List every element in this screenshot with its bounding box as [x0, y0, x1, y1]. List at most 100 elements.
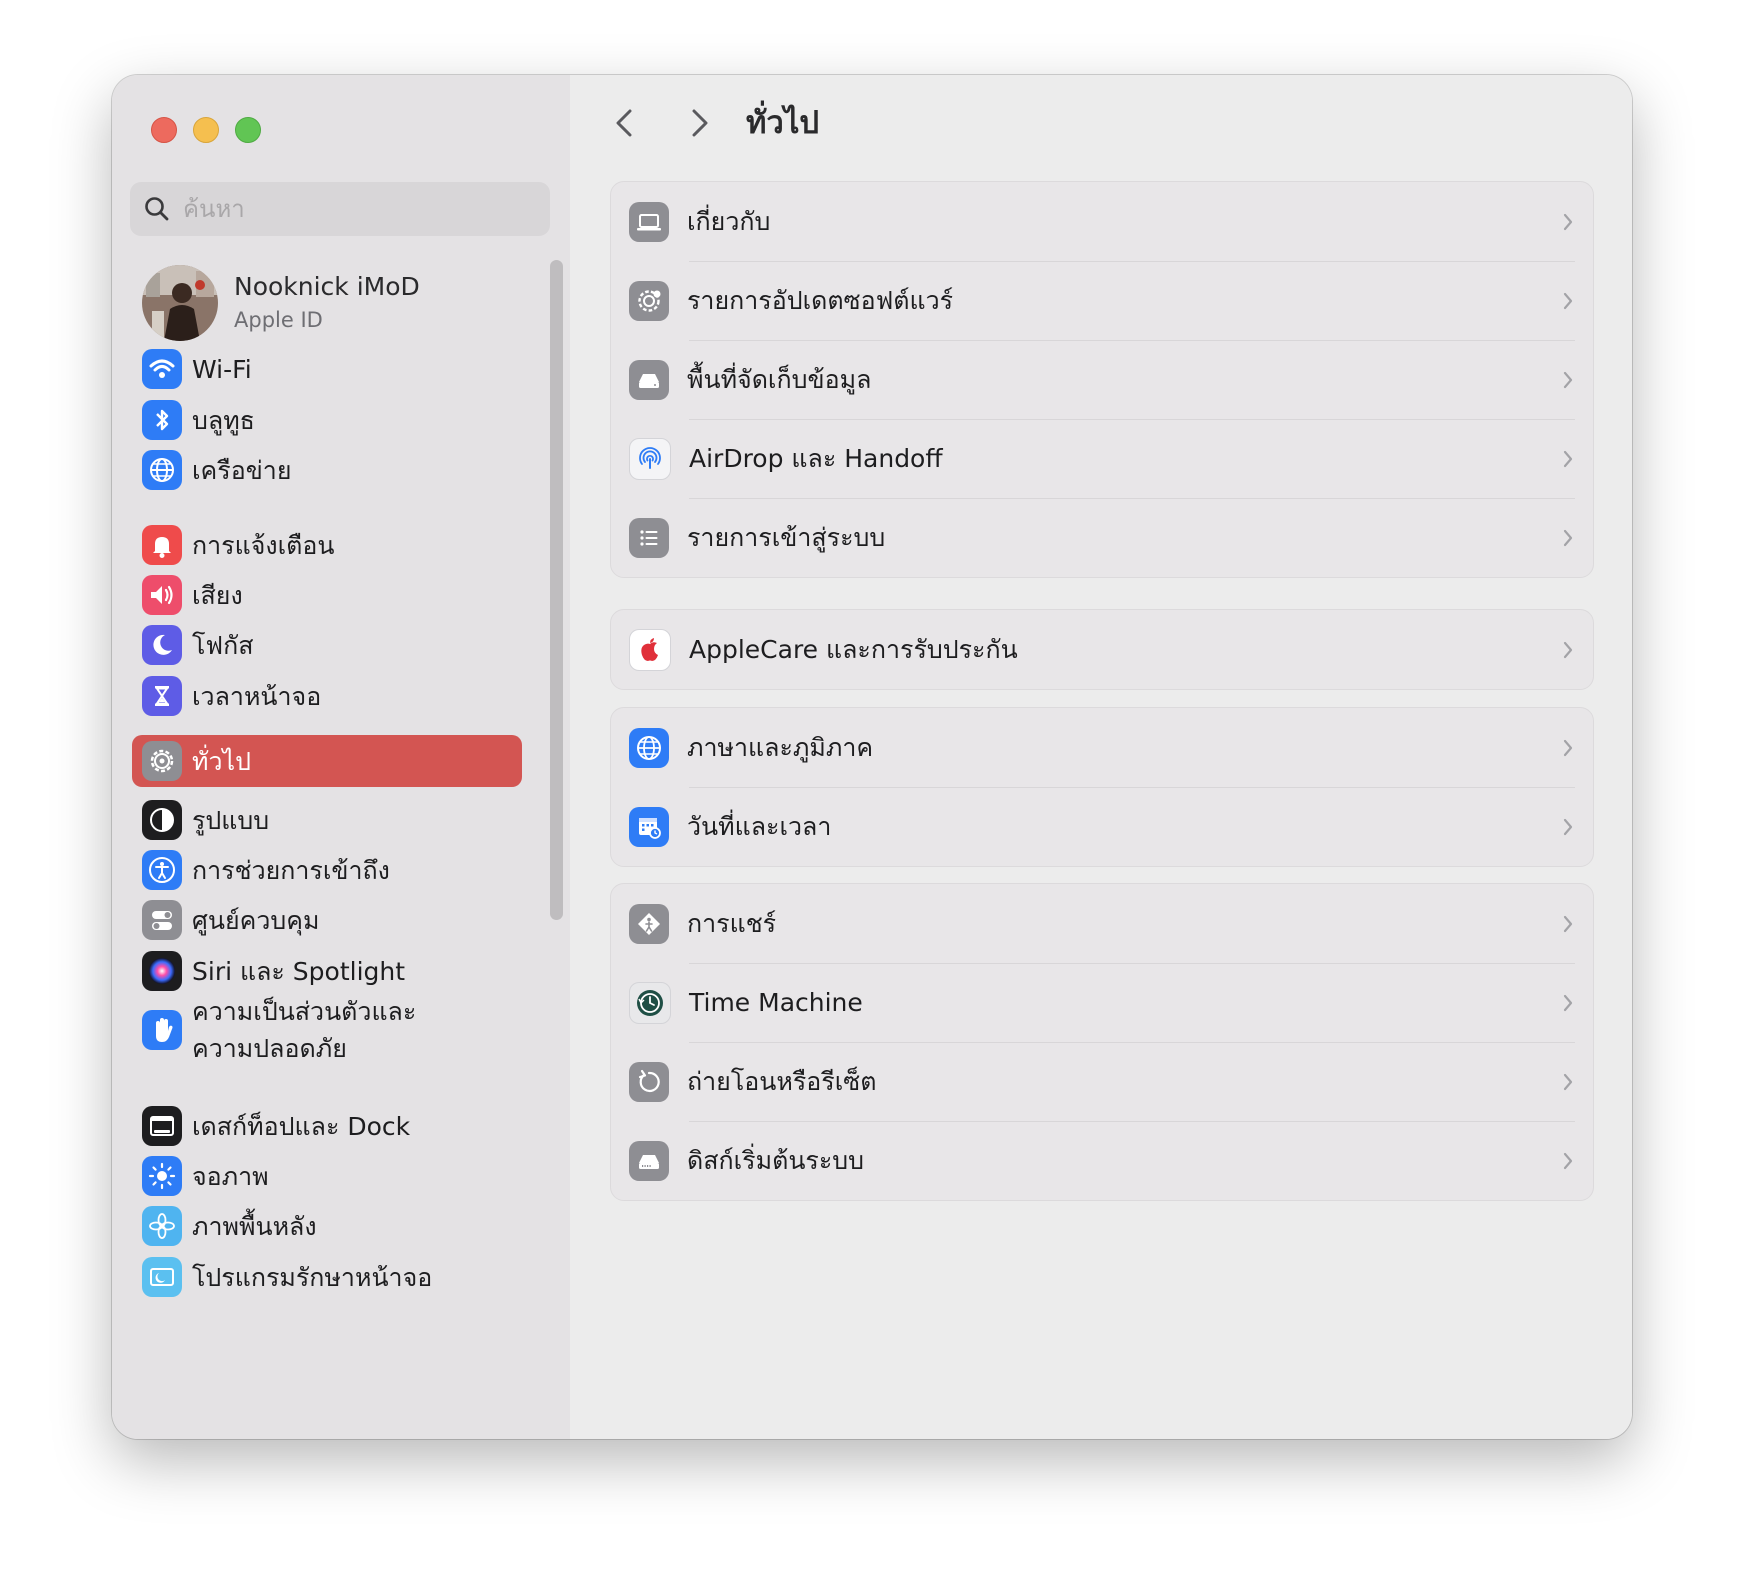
sidebar-item-label: รูปแบบ: [192, 805, 270, 835]
sidebar-item-screen-saver[interactable]: โปรแกรมรักษาหน้าจอ: [132, 1250, 522, 1304]
sidebar-item-label: เสียง: [192, 580, 243, 610]
sidebar-item-label: ภาพพื้นหลัง: [192, 1211, 317, 1241]
back-button[interactable]: [608, 103, 644, 143]
hourglass-icon: [142, 676, 182, 716]
settings-row-startup-disk[interactable]: ดิสก์เริ่มต้นระบบ: [611, 1121, 1593, 1200]
sidebar-item-label: Siri และ Spotlight: [192, 956, 406, 986]
airdrop-icon: [629, 437, 671, 480]
sidebar-item-privacy-security[interactable]: ความเป็นส่วนตัวและ ความปลอดภัย: [132, 990, 522, 1070]
row-label: วันที่และเวลา: [687, 811, 832, 841]
wifi-icon: [142, 349, 182, 389]
accessibility-icon: [142, 850, 182, 890]
row-label: เกี่ยวกับ: [687, 206, 771, 236]
chevron-right-icon: [1563, 292, 1573, 309]
row-label: รายการอัปเดตซอฟต์แวร์: [687, 285, 954, 315]
drive-icon: [629, 359, 669, 400]
chevron-right-icon: [1563, 1073, 1573, 1090]
settings-row-login-items[interactable]: รายการเข้าสู่ระบบ: [611, 498, 1593, 577]
sidebar-item-label: เครือข่าย: [192, 455, 292, 485]
chevron-right-icon: [1563, 1152, 1573, 1169]
sidebar-item-label: บลูทูธ: [192, 405, 255, 435]
sidebar-item-bluetooth[interactable]: บลูทูธ: [132, 393, 522, 447]
speaker-icon: [142, 575, 182, 615]
history-navigation: [608, 103, 716, 143]
settings-row-time-machine[interactable]: Time Machine: [611, 963, 1593, 1042]
chevron-right-icon: [1563, 641, 1573, 658]
chevron-right-icon: [1563, 818, 1573, 835]
profile-subtitle: Apple ID: [234, 308, 323, 332]
zoom-button[interactable]: [235, 117, 261, 143]
time-machine-icon: [629, 981, 671, 1024]
sidebar-item-label-line1: ความเป็นส่วนตัวและ: [192, 997, 417, 1026]
calendar-clock-icon: [629, 806, 669, 847]
settings-row-airdrop-handoff[interactable]: AirDrop และ Handoff: [611, 419, 1593, 498]
chevron-right-icon: [692, 109, 708, 137]
window-controls: [151, 117, 261, 143]
appearance-icon: [142, 800, 182, 840]
moon-icon: [142, 625, 182, 665]
sidebar-item-general[interactable]: ทั่วไป: [132, 735, 522, 787]
chevron-right-icon: [1563, 994, 1573, 1011]
sidebar-item-label: จอภาพ: [192, 1161, 269, 1191]
sidebar-item-label: Wi-Fi: [192, 354, 252, 384]
page-title: ทั่วไป: [746, 105, 820, 141]
row-label: การแชร์: [687, 908, 777, 938]
apple-id-profile[interactable]: Nooknick iMoD Apple ID: [142, 263, 542, 343]
globe-icon: [142, 450, 182, 490]
flower-icon: [142, 1206, 182, 1246]
dock-icon: [142, 1106, 182, 1146]
settings-row-date-time[interactable]: วันที่และเวลา: [611, 787, 1593, 866]
chevron-left-icon: [616, 109, 632, 137]
settings-row-about[interactable]: เกี่ยวกับ: [611, 182, 1593, 261]
sidebar-item-wifi[interactable]: Wi-Fi: [132, 342, 522, 396]
sidebar-item-label: ศูนย์ควบคุม: [192, 905, 320, 935]
sidebar-item-focus[interactable]: โฟกัส: [132, 618, 522, 672]
chevron-right-icon: [1563, 450, 1573, 467]
sidebar-item-desktop-dock[interactable]: เดสก์ท็อปและ Dock: [132, 1099, 522, 1153]
laptop-icon: [629, 201, 669, 242]
sidebar-item-label: ทั่วไป: [192, 746, 251, 776]
gear-badge-icon: [629, 280, 669, 321]
sidebar: Nooknick iMoD Apple ID Wi-Fi บลูทูธ: [112, 75, 571, 1439]
bluetooth-icon: [142, 400, 182, 440]
sidebar-item-control-center[interactable]: ศูนย์ควบคุม: [132, 893, 522, 947]
settings-row-software-update[interactable]: รายการอัปเดตซอฟต์แวร์: [611, 261, 1593, 340]
sidebar-item-screen-time[interactable]: เวลาหน้าจอ: [132, 669, 522, 723]
search-field[interactable]: [130, 182, 550, 236]
settings-row-sharing[interactable]: การแชร์: [611, 884, 1593, 963]
chevron-right-icon: [1563, 371, 1573, 388]
sidebar-scrollbar[interactable]: [550, 260, 563, 920]
sidebar-item-accessibility[interactable]: การช่วยการเข้าถึง: [132, 843, 522, 897]
settings-row-storage[interactable]: พื้นที่จัดเก็บข้อมูล: [611, 340, 1593, 419]
sidebar-item-notifications[interactable]: การแจ้งเตือน: [132, 518, 522, 572]
settings-group-2: AppleCare และการรับประกัน: [610, 609, 1594, 690]
sidebar-item-label: ความเป็นส่วนตัวและ ความปลอดภัย: [192, 993, 416, 1067]
sidebar-item-label: เวลาหน้าจอ: [192, 681, 322, 711]
settings-row-language-region[interactable]: ภาษาและภูมิภาค: [611, 708, 1593, 787]
minimize-button[interactable]: [193, 117, 219, 143]
chevron-right-icon: [1563, 739, 1573, 756]
sidebar-item-displays[interactable]: จอภาพ: [132, 1149, 522, 1203]
close-button[interactable]: [151, 117, 177, 143]
toggles-icon: [142, 900, 182, 940]
sidebar-item-label: เดสก์ท็อปและ Dock: [192, 1111, 411, 1141]
sidebar-item-network[interactable]: เครือข่าย: [132, 443, 522, 497]
list-icon: [629, 517, 669, 558]
sidebar-item-label: การช่วยการเข้าถึง: [192, 855, 390, 885]
avatar: [142, 265, 218, 341]
siri-icon: [142, 951, 182, 991]
sharing-icon: [629, 903, 669, 944]
forward-button[interactable]: [680, 103, 716, 143]
sidebar-item-wallpaper[interactable]: ภาพพื้นหลัง: [132, 1199, 522, 1253]
settings-row-transfer-reset[interactable]: ถ่ายโอนหรือรีเซ็ต: [611, 1042, 1593, 1121]
sidebar-item-appearance[interactable]: รูปแบบ: [132, 793, 522, 847]
search-input[interactable]: [181, 194, 525, 224]
row-label: ดิสก์เริ่มต้นระบบ: [687, 1145, 865, 1175]
hand-icon: [142, 1010, 182, 1050]
sidebar-item-sound[interactable]: เสียง: [132, 568, 522, 622]
gear-icon: [142, 741, 182, 781]
row-label: พื้นที่จัดเก็บข้อมูล: [687, 364, 872, 394]
row-label: ภาษาและภูมิภาค: [687, 732, 874, 762]
search-icon: [145, 197, 169, 221]
settings-row-applecare[interactable]: AppleCare และการรับประกัน: [611, 610, 1593, 689]
